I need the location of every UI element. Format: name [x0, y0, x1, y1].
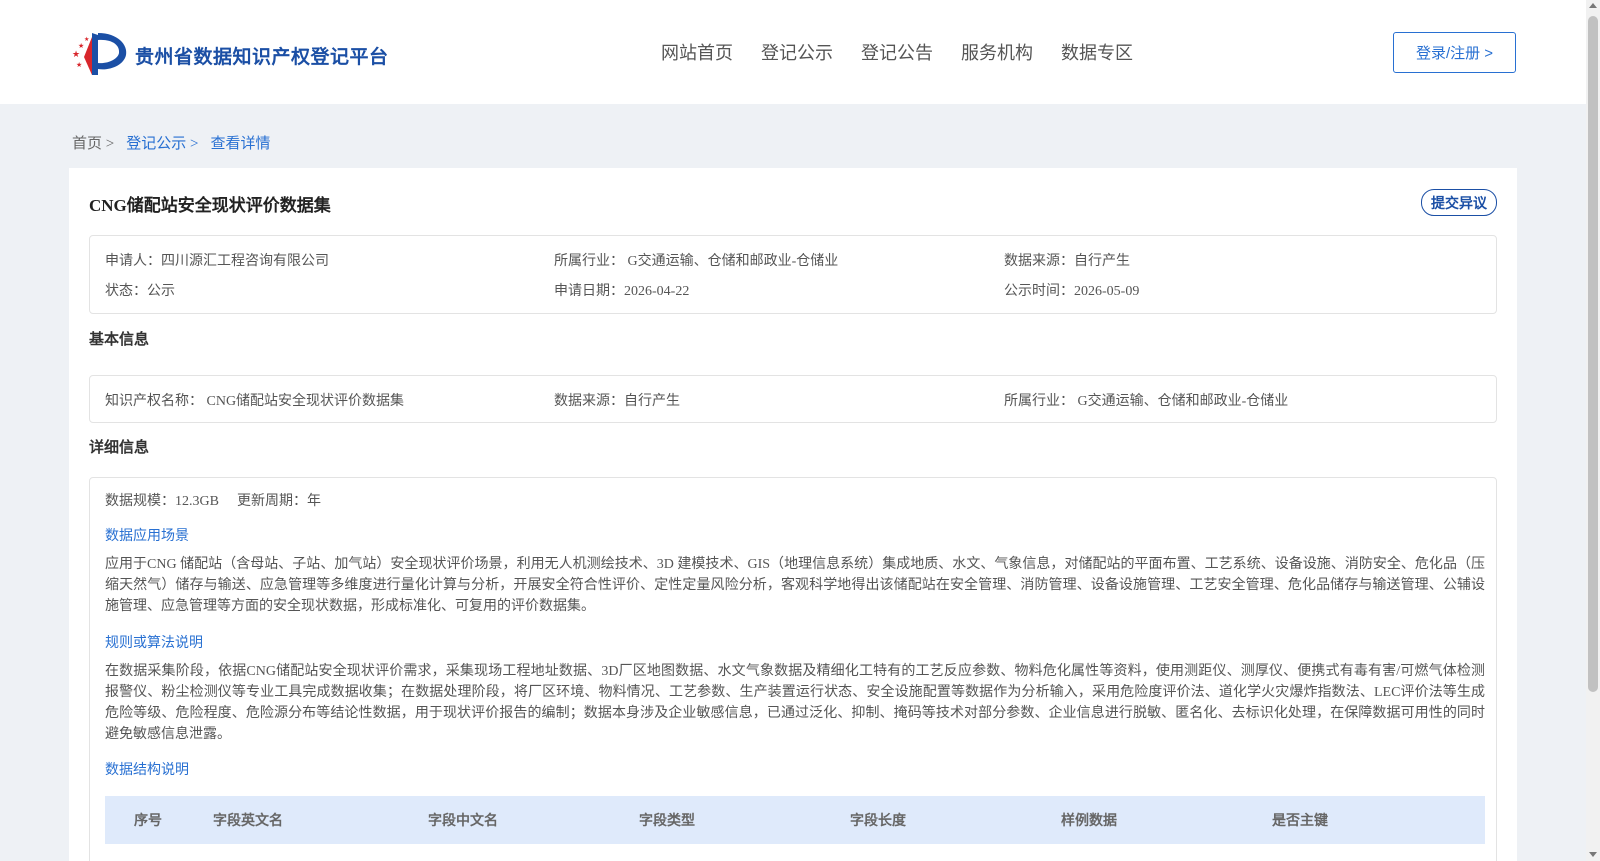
breadcrumb-current: 查看详情: [210, 136, 271, 152]
detail-card: CNG储配站安全现状评价数据集 提交异议 申请人：四川源汇工程咨询有限公司 所属…: [69, 168, 1517, 861]
table-header-sample-data: 样例数据: [1061, 812, 1117, 828]
page-scrollbar[interactable]: [1586, 0, 1600, 861]
nav-item-home[interactable]: 网站首页: [661, 39, 733, 65]
nav-item-registration-publicity[interactable]: 登记公示: [761, 39, 833, 65]
table-header-field-length: 字段长度: [850, 812, 906, 828]
table-header-primary-key: 是否主键: [1272, 812, 1328, 828]
detail-info-box: 数据规模：12.3GB 更新周期：年 数据应用场景 应用于CNG 储配站（含母站…: [89, 477, 1497, 861]
site-name[interactable]: 贵州省数据知识产权登记平台: [135, 42, 389, 69]
main-nav: 网站首页 登记公示 登记公告 服务机构 数据专区: [661, 39, 1161, 65]
scroll-up-arrow-icon[interactable]: [1589, 3, 1597, 8]
nav-item-service-agencies[interactable]: 服务机构: [961, 39, 1033, 65]
ip-name-field: 知识产权名称： CNG储配站安全现状评价数据集: [105, 394, 405, 409]
svg-text:★: ★: [72, 49, 80, 59]
svg-text:★: ★: [78, 42, 84, 50]
login-register-button[interactable]: 登录/注册 >: [1393, 32, 1516, 73]
data-scale-field: 数据规模：12.3GB: [105, 494, 219, 509]
svg-text:★: ★: [76, 61, 82, 69]
detail-info-heading: 详细信息: [89, 440, 150, 456]
summary-box: 申请人：四川源汇工程咨询有限公司 所属行业： G交通运输、仓储和邮政业-仓储业 …: [89, 235, 1497, 314]
svg-text:★: ★: [84, 36, 89, 43]
status-field: 状态：公示: [105, 284, 175, 299]
rules-heading: 规则或算法说明: [105, 636, 203, 651]
data-structure-table-header: 序号 字段英文名 字段中文名 字段类型 字段长度 样例数据 是否主键: [105, 796, 1485, 844]
breadcrumb: 首页 > 登记公示 > 查看详情: [72, 132, 282, 153]
breadcrumb-home[interactable]: 首页 >: [72, 132, 114, 153]
structure-heading: 数据结构说明: [105, 763, 189, 778]
apply-date-field: 申请日期：2026-04-22: [554, 284, 690, 299]
table-header-english-name: 字段英文名: [213, 812, 283, 828]
site-header: ★ ★ ★ ★ 贵州省数据知识产权登记平台 网站首页 登记公示 登记公告 服务机…: [0, 0, 1586, 104]
data-source-field: 数据来源：自行产生: [1004, 254, 1130, 269]
submit-objection-button[interactable]: 提交异议: [1421, 189, 1497, 216]
nav-item-data-zone[interactable]: 数据专区: [1061, 39, 1133, 65]
scroll-down-arrow-icon[interactable]: [1589, 852, 1597, 857]
applicant-field: 申请人：四川源汇工程咨询有限公司: [105, 254, 329, 269]
scenario-text: 应用于CNG 储配站（含母站、子站、加气站）安全现状评价场景，利用无人机测绘技术…: [105, 557, 1485, 614]
table-header-field-type: 字段类型: [639, 812, 695, 828]
industry-field: 所属行业： G交通运输、仓储和邮政业-仓储业: [554, 254, 839, 269]
table-header-chinese-name: 字段中文名: [428, 812, 498, 828]
basic-industry-field: 所属行业： G交通运输、仓储和邮政业-仓储业: [1004, 394, 1289, 409]
scenario-heading: 数据应用场景: [105, 529, 189, 544]
publicity-time-field: 公示时间：2026-05-09: [1004, 284, 1140, 299]
basic-info-box: 知识产权名称： CNG储配站安全现状评价数据集 数据来源：自行产生 所属行业： …: [89, 375, 1497, 423]
page-title: CNG储配站安全现状评价数据集: [89, 196, 331, 215]
table-header-index: 序号: [134, 812, 162, 828]
rules-text: 在数据采集阶段，依据CNG储配站安全现状评价需求，采集现场工程地址数据、3D厂区…: [105, 664, 1485, 742]
update-cycle-field: 更新周期：年: [237, 494, 321, 509]
breadcrumb-registration-publicity[interactable]: 登记公示 >: [126, 132, 198, 153]
scrollbar-thumb[interactable]: [1588, 16, 1598, 692]
site-logo-icon[interactable]: ★ ★ ★ ★: [70, 27, 132, 79]
basic-data-source-field: 数据来源：自行产生: [554, 394, 680, 409]
basic-info-heading: 基本信息: [89, 332, 150, 348]
nav-item-registration-announcement[interactable]: 登记公告: [861, 39, 933, 65]
